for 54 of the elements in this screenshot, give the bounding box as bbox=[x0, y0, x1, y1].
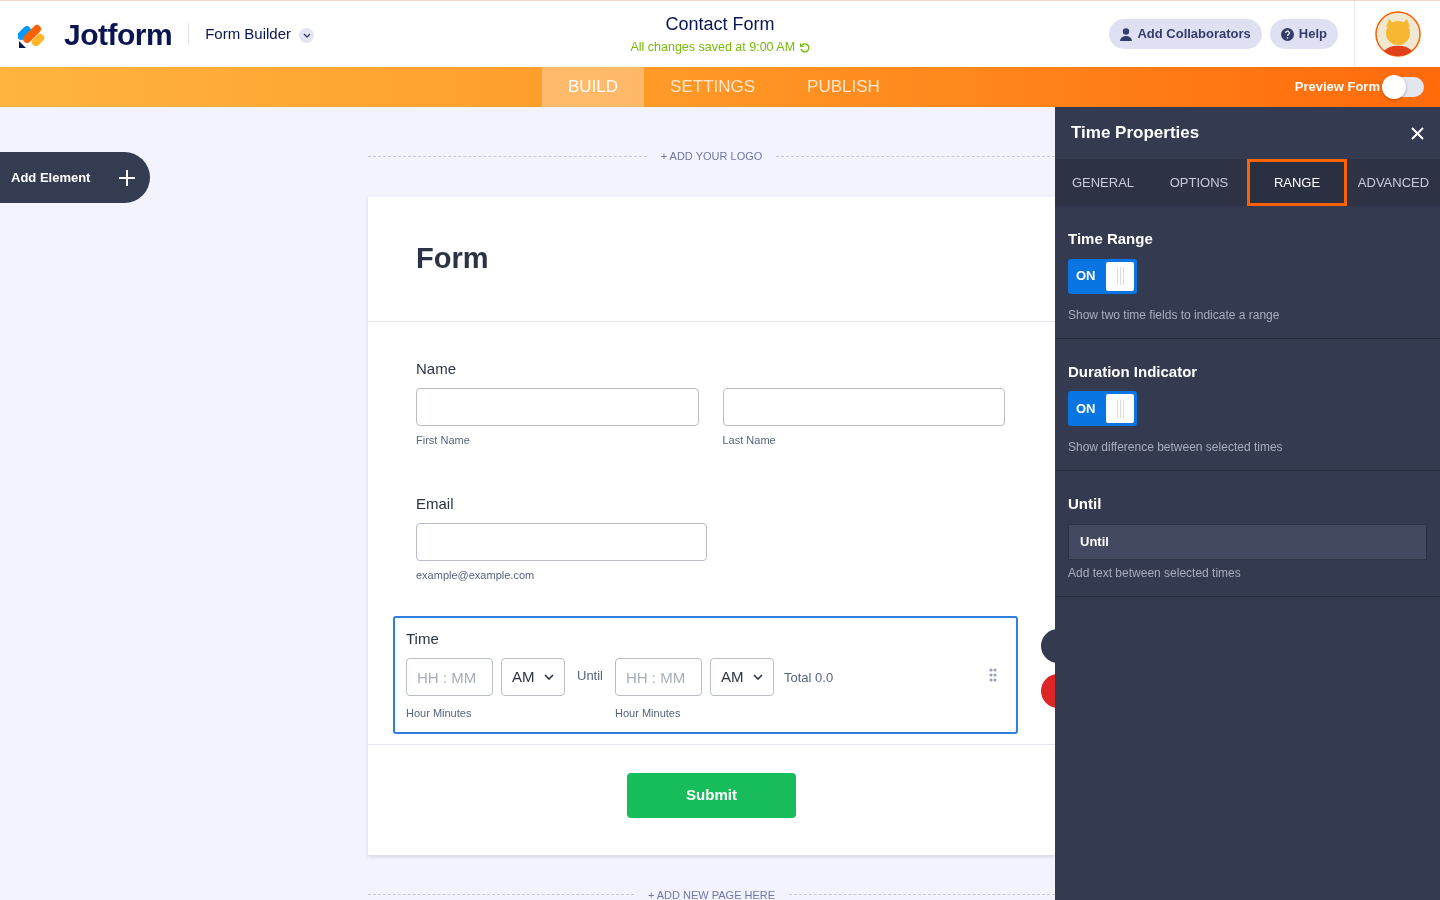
help-button[interactable]: Help bbox=[1269, 19, 1338, 49]
section-description: Show two time fields to indicate a range bbox=[1068, 306, 1281, 324]
time-input[interactable]: HH : MM bbox=[406, 658, 493, 696]
form-builder-menu[interactable]: Form Builder bbox=[188, 22, 315, 46]
close-icon bbox=[1411, 126, 1424, 140]
avatar bbox=[1374, 11, 1421, 57]
field-label: Time bbox=[406, 628, 440, 649]
field-label: Name bbox=[416, 358, 457, 379]
input-field[interactable] bbox=[416, 388, 699, 426]
section-description: Show difference between selected times bbox=[1068, 439, 1284, 456]
add-collaborators-button[interactable]: Add Collaborators bbox=[1109, 19, 1262, 49]
section-title: Time Range bbox=[1068, 229, 1154, 249]
panel-title: Time Properties bbox=[1071, 122, 1200, 145]
input-field[interactable] bbox=[722, 388, 1005, 426]
user-icon bbox=[1120, 27, 1133, 41]
section-title: Duration Indicator bbox=[1068, 361, 1199, 382]
save-status: All changes saved at 9:00 AM bbox=[480, 38, 960, 57]
property-tab[interactable]: ADVANCED bbox=[1347, 159, 1440, 206]
ampm-select[interactable]: AM bbox=[501, 658, 565, 696]
chevron-icon bbox=[753, 674, 763, 680]
property-tab[interactable]: OPTIONS bbox=[1151, 159, 1247, 206]
preview-form-label: Preview Form bbox=[1294, 78, 1380, 97]
text-input[interactable]: Until bbox=[1068, 523, 1427, 560]
field-sublabel: example@example.com bbox=[416, 568, 536, 583]
preview-toggle[interactable] bbox=[1384, 77, 1424, 97]
logo-text: Jotform bbox=[64, 16, 173, 53]
drag-handle-icon[interactable] bbox=[989, 668, 997, 682]
add-page-link[interactable]: + ADD NEW PAGE HERE bbox=[633, 886, 790, 900]
chevron-icon bbox=[302, 32, 311, 39]
add-logo-link[interactable]: + ADD YOUR LOGO bbox=[646, 147, 777, 165]
field-label: Email bbox=[416, 493, 455, 514]
on-off-toggle[interactable]: ON bbox=[1068, 391, 1137, 426]
field-sublabel: Hour Minutes bbox=[406, 706, 473, 721]
on-off-toggle[interactable]: ON bbox=[1068, 258, 1137, 294]
input-field[interactable] bbox=[416, 523, 707, 561]
time-input[interactable]: HH : MM bbox=[615, 658, 702, 696]
form-title: Contact Form bbox=[664, 13, 776, 37]
duration-total: Total 0.0 bbox=[784, 669, 834, 687]
chevron-icon bbox=[544, 674, 554, 680]
refresh-icon bbox=[798, 42, 810, 54]
section-description: Add text between selected times bbox=[1068, 564, 1242, 582]
add-element-button[interactable]: Add Element bbox=[0, 152, 150, 203]
property-tab[interactable]: RANGE bbox=[1247, 159, 1347, 206]
close-button[interactable] bbox=[1411, 126, 1424, 140]
property-tab[interactable]: GENERAL bbox=[1055, 159, 1151, 206]
field-sublabel: Hour Minutes bbox=[615, 706, 682, 721]
help-icon bbox=[1280, 27, 1294, 41]
range-separator: Until bbox=[577, 667, 603, 685]
form-heading: Form bbox=[416, 241, 490, 276]
field-sublabel: Last Name bbox=[722, 433, 777, 448]
ampm-select[interactable]: AM bbox=[710, 658, 774, 696]
field-sublabel: First Name bbox=[416, 433, 471, 448]
section-title: Until bbox=[1068, 494, 1103, 514]
plus-icon bbox=[118, 168, 136, 187]
